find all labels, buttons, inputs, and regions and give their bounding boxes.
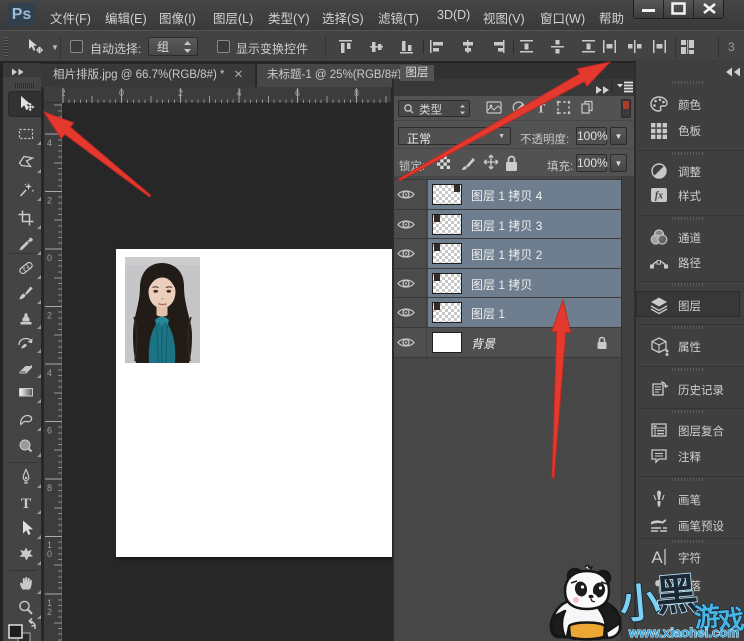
svg-text:8: 8 [47, 483, 52, 493]
svg-text:0: 0 [119, 88, 124, 98]
svg-text:6: 6 [47, 426, 52, 436]
svg-text:2: 2 [178, 88, 183, 98]
svg-text:6: 6 [295, 88, 300, 98]
svg-text:4: 4 [47, 368, 52, 378]
svg-text:T: T [20, 496, 30, 512]
svg-text:fx: fx [655, 191, 663, 202]
svg-text:4: 4 [237, 88, 242, 98]
svg-text:类型: 类型 [419, 103, 442, 117]
svg-text:4: 4 [47, 138, 52, 148]
svg-text:2: 2 [47, 196, 52, 206]
svg-text:2: 2 [47, 311, 52, 321]
svg-text:8: 8 [354, 88, 359, 98]
svg-text:T: T [537, 101, 546, 116]
svg-text:0: 0 [47, 253, 52, 263]
svg-text:www.xiaohei.com: www.xiaohei.com [628, 625, 739, 640]
svg-text:0: 0 [47, 549, 52, 559]
svg-text:2: 2 [47, 607, 52, 617]
